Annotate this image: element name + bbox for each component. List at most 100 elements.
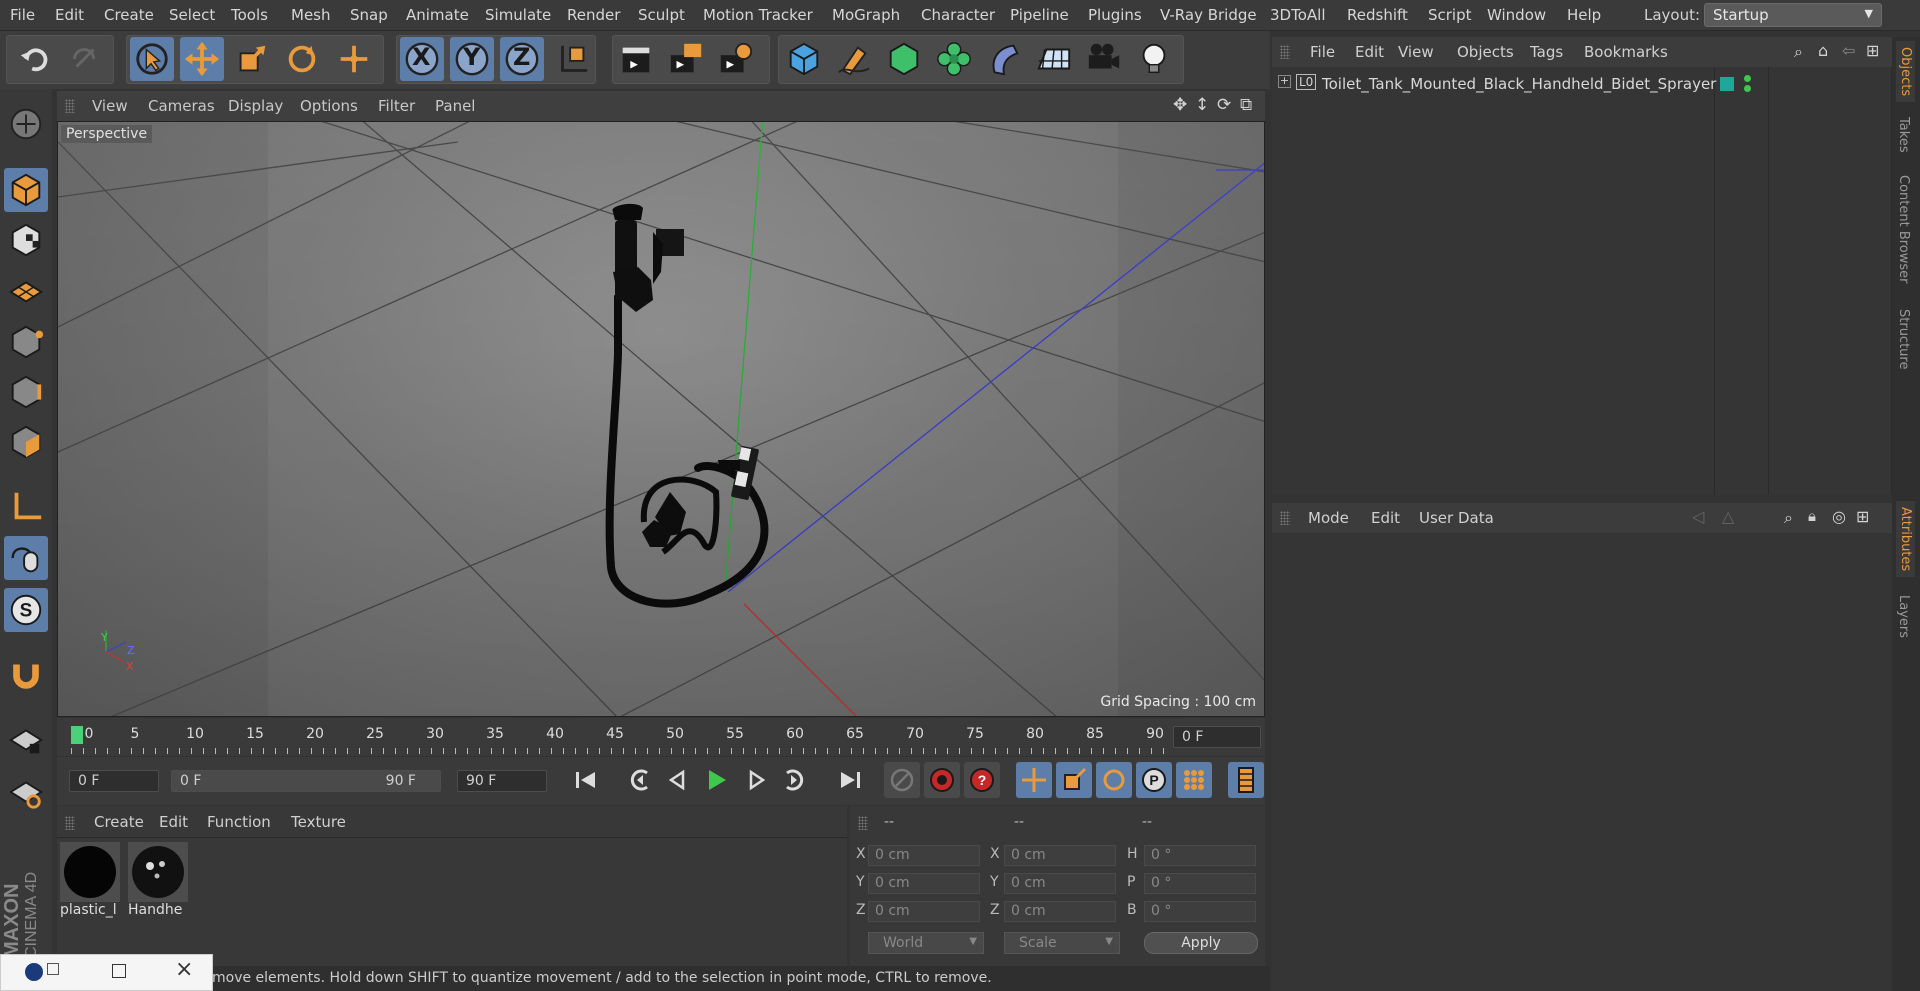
solo-mode-button[interactable]: S: [4, 588, 48, 632]
lock-icon[interactable]: 🔒︎: [1808, 507, 1816, 525]
record-parameter-button[interactable]: P: [1136, 762, 1172, 798]
apply-button[interactable]: Apply: [1144, 932, 1258, 954]
size-mode-dropdown[interactable]: Scale ▼: [1004, 932, 1120, 954]
menu-character[interactable]: Character: [921, 6, 995, 24]
start-frame-field[interactable]: 0 F: [69, 770, 159, 792]
menu-motion-tracker[interactable]: Motion Tracker: [703, 6, 813, 24]
object-menu-tags[interactable]: Tags: [1530, 43, 1563, 61]
timeline-ruler[interactable]: 0 5 10 15 20 25 30 35 40 45 50 55 60 65 …: [57, 718, 1265, 756]
coordinate-system-button[interactable]: [550, 37, 594, 81]
tweak-mode-button[interactable]: [4, 536, 48, 580]
menu-simulate[interactable]: Simulate: [485, 6, 551, 24]
autokeying-button[interactable]: [924, 762, 960, 798]
tab-takes[interactable]: Takes: [1896, 117, 1911, 153]
add-generator-button[interactable]: [882, 37, 926, 81]
pos-z-field[interactable]: 0 cm: [868, 901, 980, 922]
render-settings-button[interactable]: [714, 37, 758, 81]
viewport-menu-filter[interactable]: Filter: [378, 97, 415, 115]
add-deformer-button[interactable]: [982, 37, 1026, 81]
record-scale-button[interactable]: [1056, 762, 1092, 798]
attributes-menu-edit[interactable]: Edit: [1371, 509, 1400, 527]
material-menu-edit[interactable]: Edit: [159, 813, 188, 831]
close-icon[interactable]: ×: [175, 957, 193, 982]
home-icon[interactable]: ⌂: [1818, 41, 1828, 60]
tab-content-browser[interactable]: Content Browser: [1896, 175, 1911, 284]
new-panel-icon[interactable]: ⊞: [1856, 507, 1869, 526]
record-rotation-button[interactable]: [1096, 762, 1132, 798]
undo-button[interactable]: [14, 37, 58, 81]
workplane-mode-button[interactable]: [4, 268, 48, 312]
end-frame-field[interactable]: 90 F: [457, 770, 547, 792]
menu-redshift[interactable]: Redshift: [1347, 6, 1408, 24]
menu-vray-bridge[interactable]: V-Ray Bridge: [1160, 6, 1257, 24]
back-arrow-icon[interactable]: ◁: [1692, 507, 1704, 526]
viewport-pan-icon[interactable]: ✥: [1173, 95, 1187, 115]
planar-workplane-button[interactable]: [4, 770, 48, 814]
size-x-field[interactable]: 0 cm: [1004, 845, 1116, 866]
object-menu-file[interactable]: File: [1310, 43, 1335, 61]
menu-window[interactable]: Window: [1487, 6, 1546, 24]
tab-attributes[interactable]: Attributes: [1896, 501, 1915, 578]
viewport-zoom-icon[interactable]: ↕: [1195, 95, 1209, 115]
add-light-button[interactable]: [1132, 37, 1176, 81]
perspective-viewport[interactable]: Y Z X Perspective Grid Spacing : 100 cm: [57, 121, 1265, 717]
pos-y-field[interactable]: 0 cm: [868, 873, 980, 894]
menu-mesh[interactable]: Mesh: [291, 6, 331, 24]
go-to-start-button[interactable]: [568, 762, 604, 798]
record-active-objects-button[interactable]: [884, 762, 920, 798]
menu-animate[interactable]: Animate: [406, 6, 469, 24]
previous-key-button[interactable]: [622, 762, 658, 798]
editor-visibility-dot[interactable]: [1744, 75, 1751, 82]
menu-create[interactable]: Create: [104, 6, 154, 24]
points-mode-button[interactable]: [4, 320, 48, 364]
back-icon[interactable]: ⇦: [1842, 41, 1855, 60]
expand-icon[interactable]: +: [1278, 75, 1291, 88]
size-y-field[interactable]: 0 cm: [1004, 873, 1116, 894]
viewport-menu-options[interactable]: Options: [300, 97, 358, 115]
viewport-maximize-icon[interactable]: ⧉: [1240, 95, 1252, 115]
next-frame-button[interactable]: [738, 762, 774, 798]
object-menu-objects[interactable]: Objects: [1457, 43, 1514, 61]
timeline-playhead[interactable]: [71, 726, 83, 744]
preview-range-slider[interactable]: 0 F 90 F: [171, 770, 441, 792]
play-button[interactable]: [698, 762, 734, 798]
render-picture-viewer-button[interactable]: [664, 37, 708, 81]
rot-h-field[interactable]: 0 °: [1144, 845, 1256, 866]
menu-mograph[interactable]: MoGraph: [832, 6, 900, 24]
menu-render[interactable]: Render: [567, 6, 620, 24]
menu-3dtoall[interactable]: 3DToAll: [1270, 6, 1325, 24]
previous-frame-button[interactable]: [660, 762, 696, 798]
up-arrow-icon[interactable]: △: [1722, 507, 1734, 526]
pos-x-field[interactable]: 0 cm: [868, 845, 980, 866]
add-cube-button[interactable]: [782, 37, 826, 81]
workplane-lock-button[interactable]: [4, 718, 48, 762]
object-menu-view[interactable]: View: [1398, 43, 1434, 61]
menu-plugins[interactable]: Plugins: [1088, 6, 1142, 24]
render-view-button[interactable]: [614, 37, 658, 81]
add-floor-button[interactable]: [1032, 37, 1076, 81]
redo-button[interactable]: [64, 37, 108, 81]
viewport-menu-cameras[interactable]: Cameras: [148, 97, 215, 115]
restore-icon[interactable]: [47, 963, 59, 975]
new-panel-icon[interactable]: ⊞: [1866, 41, 1879, 60]
texture-mode-button[interactable]: [4, 218, 48, 262]
scale-tool-button[interactable]: [230, 37, 274, 81]
search-icon[interactable]: ⌕: [1794, 42, 1803, 62]
object-menu-bookmarks[interactable]: Bookmarks: [1584, 43, 1668, 61]
attributes-menu-user-data[interactable]: User Data: [1419, 509, 1494, 527]
snap-toggle-button[interactable]: [4, 652, 48, 696]
material-menu-texture[interactable]: Texture: [291, 813, 346, 831]
object-name[interactable]: Toilet_Tank_Mounted_Black_Handheld_Bidet…: [1322, 75, 1716, 93]
material-swatch[interactable]: Handhe: [128, 842, 188, 922]
tab-structure[interactable]: Structure: [1896, 309, 1911, 369]
keyframe-selection-button[interactable]: ?: [964, 762, 1000, 798]
rot-b-field[interactable]: 0 °: [1144, 901, 1256, 922]
viewport-menu-display[interactable]: Display: [228, 97, 283, 115]
transform-tool-button[interactable]: [332, 37, 376, 81]
object-row[interactable]: + L0 Toilet_Tank_Mounted_Black_Handheld_…: [1272, 72, 1892, 98]
go-to-end-button[interactable]: [832, 762, 868, 798]
add-mograph-button[interactable]: [932, 37, 976, 81]
move-tool-button[interactable]: [180, 37, 224, 81]
viewport-menu-view[interactable]: View: [92, 97, 128, 115]
menu-edit[interactable]: Edit: [55, 6, 84, 24]
